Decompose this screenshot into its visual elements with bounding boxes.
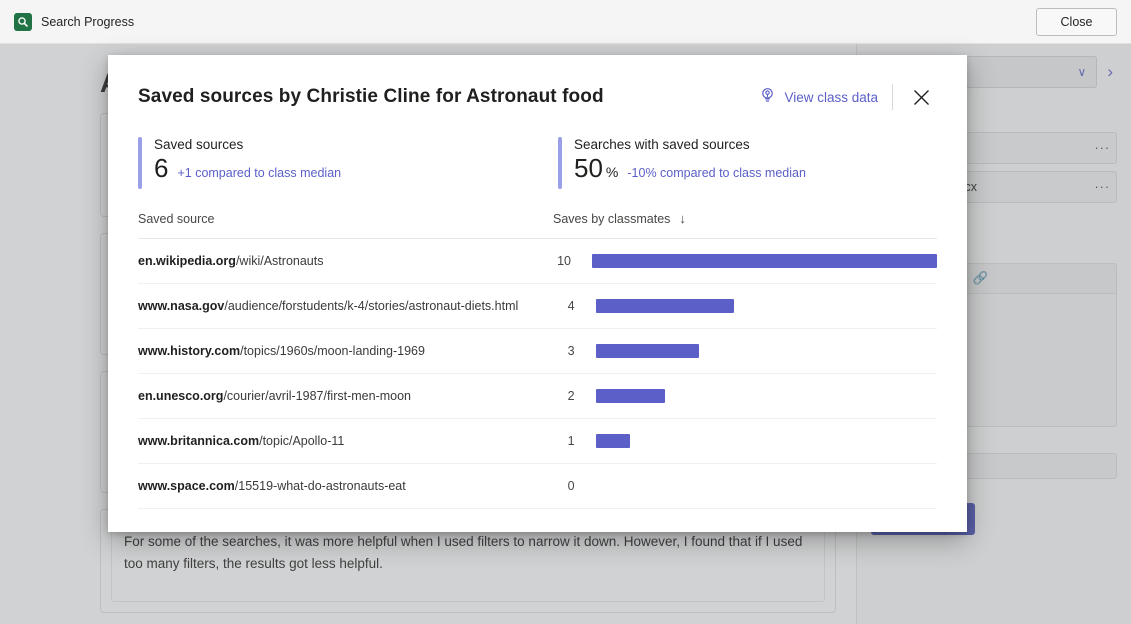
source-path: /topic/Apollo-11	[259, 434, 344, 448]
table-row[interactable]: en.wikipedia.org/wiki/Astronauts10	[138, 239, 937, 284]
saves-count: 2	[549, 389, 575, 403]
source-url: en.unesco.org/courier/avril-1987/first-m…	[138, 389, 549, 403]
source-url: www.history.com/topics/1960s/moon-landin…	[138, 344, 549, 358]
sort-descending-icon: ↓	[679, 211, 686, 226]
column-header-saved-source[interactable]: Saved source	[138, 212, 553, 226]
screen: Search Progress Close A For some of the …	[0, 0, 1131, 624]
stat-saved-sources: Saved sources 6 +1 compared to class med…	[138, 137, 558, 189]
source-path: /topics/1960s/moon-landing-1969	[240, 344, 425, 358]
stat-delta: +1 compared to class median	[177, 166, 341, 180]
stat-value: 6	[154, 154, 168, 184]
saves-bar-track	[596, 389, 937, 403]
summary-stats: Saved sources 6 +1 compared to class med…	[108, 111, 967, 189]
table-header-row: Saved source Saves by classmates ↓	[138, 211, 937, 239]
table-row[interactable]: www.history.com/topics/1960s/moon-landin…	[138, 329, 937, 374]
saves-bar	[596, 299, 734, 313]
saves-bar-track	[596, 299, 937, 313]
source-domain: www.britannica.com	[138, 434, 259, 448]
app-title: Search Progress	[41, 15, 134, 29]
source-url: www.nasa.gov/audience/forstudents/k-4/st…	[138, 299, 549, 313]
dialog-title: Saved sources by Christie Cline for Astr…	[138, 86, 604, 108]
saves-bar	[596, 344, 700, 358]
saves-count: 1	[549, 434, 575, 448]
search-icon	[14, 13, 32, 31]
view-class-data-button[interactable]: View class data	[760, 87, 878, 107]
stat-accent-bar	[558, 137, 562, 189]
app-identity: Search Progress	[14, 13, 134, 31]
insights-lightbulb-icon	[760, 87, 775, 107]
close-button[interactable]: Close	[1036, 8, 1117, 36]
column-header-label: Saves by classmates	[553, 212, 670, 226]
saves-bar	[596, 389, 665, 403]
stat-accent-bar	[138, 137, 142, 189]
dialog-header: Saved sources by Christie Cline for Astr…	[108, 55, 967, 111]
source-path: /courier/avril-1987/first-men-moon	[223, 389, 411, 403]
table-row[interactable]: www.britannica.com/topic/Apollo-111	[138, 419, 937, 464]
column-header-saves-by-classmates[interactable]: Saves by classmates ↓	[553, 211, 686, 226]
stat-searches-with-saved-sources: Searches with saved sources 50 % -10% co…	[558, 137, 806, 189]
saves-count: 4	[549, 299, 575, 313]
saves-bar	[592, 254, 937, 268]
view-class-data-label: View class data	[784, 90, 878, 105]
source-domain: www.nasa.gov	[138, 299, 224, 313]
saves-bar-track	[592, 254, 937, 268]
header-divider	[892, 84, 893, 110]
stat-unit: %	[606, 164, 618, 180]
table-row[interactable]: www.nasa.gov/audience/forstudents/k-4/st…	[138, 284, 937, 329]
close-icon[interactable]	[907, 83, 935, 111]
table-row[interactable]: www.space.com/15519-what-do-astronauts-e…	[138, 464, 937, 509]
table-row[interactable]: en.unesco.org/courier/avril-1987/first-m…	[138, 374, 937, 419]
saves-count: 3	[549, 344, 575, 358]
saves-count: 0	[549, 479, 575, 493]
stat-delta: -10% compared to class median	[627, 166, 806, 180]
source-path: /audience/forstudents/k-4/stories/astron…	[224, 299, 518, 313]
stat-label: Saved sources	[154, 137, 341, 152]
saves-bar-track	[596, 344, 937, 358]
saves-bar-track	[596, 479, 937, 493]
saves-bar	[596, 434, 631, 448]
stat-value: 50	[574, 154, 603, 184]
saved-sources-table: Saved source Saves by classmates ↓ en.wi…	[108, 211, 967, 509]
app-header-actions: Close	[1036, 8, 1117, 36]
source-url: www.space.com/15519-what-do-astronauts-e…	[138, 479, 549, 493]
source-path: /15519-what-do-astronauts-eat	[235, 479, 406, 493]
source-domain: en.unesco.org	[138, 389, 223, 403]
source-url: en.wikipedia.org/wiki/Astronauts	[138, 254, 545, 268]
saves-count: 10	[545, 254, 571, 268]
source-domain: www.history.com	[138, 344, 240, 358]
saved-sources-dialog: Saved sources by Christie Cline for Astr…	[108, 55, 967, 532]
source-path: /wiki/Astronauts	[236, 254, 324, 268]
source-domain: www.space.com	[138, 479, 235, 493]
dialog-header-actions: View class data	[760, 83, 935, 111]
saves-bar-track	[596, 434, 937, 448]
app-header-bar: Search Progress Close	[0, 0, 1131, 44]
source-domain: en.wikipedia.org	[138, 254, 236, 268]
source-url: www.britannica.com/topic/Apollo-11	[138, 434, 549, 448]
table-body: en.wikipedia.org/wiki/Astronauts10www.na…	[138, 239, 937, 509]
stat-label: Searches with saved sources	[574, 137, 806, 152]
